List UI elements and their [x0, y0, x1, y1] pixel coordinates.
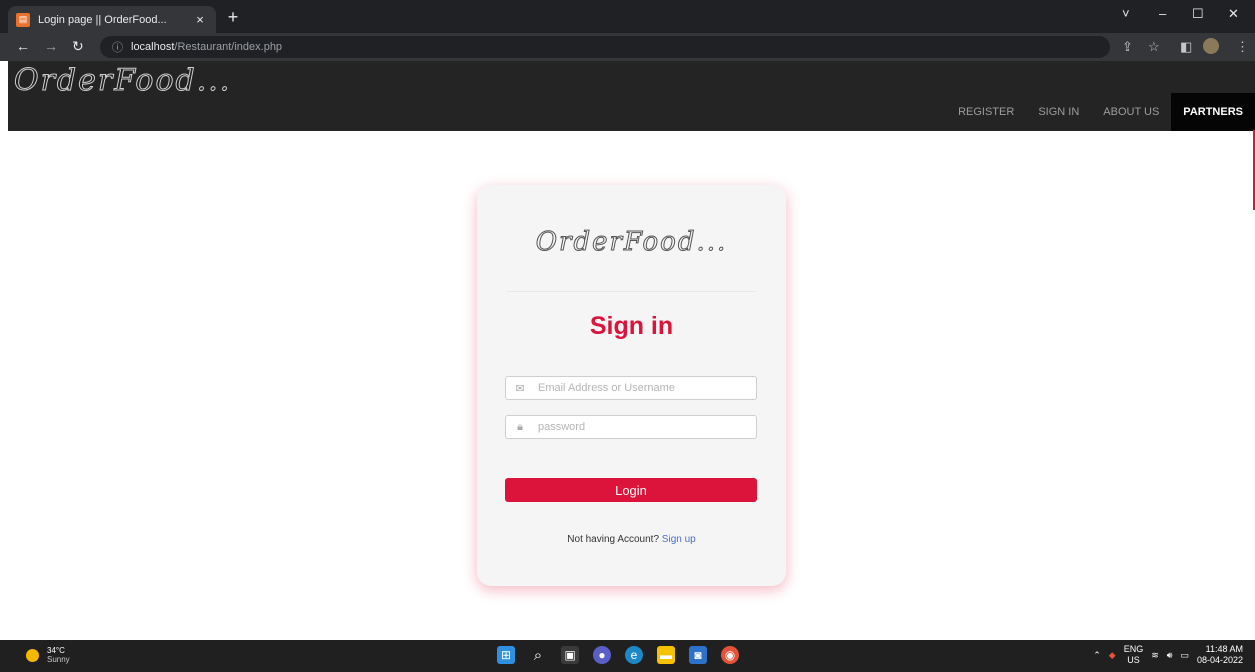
reload-icon[interactable]: ↻	[72, 38, 84, 55]
signup-line: Not having Account? Sign up	[477, 534, 786, 545]
os-taskbar: 34°C Sunny ⊞ ⌕ ▣ ● e ▬ ◙ ◉ ⌃ ◆ ENG US ≋ …	[0, 640, 1255, 672]
site-logo[interactable]: OrderFood...	[13, 63, 231, 99]
system-tray: ⌃ ◆ ENG US ≋ 🔊︎ ▭ 11:48 AM 08-04-2022	[1093, 644, 1243, 666]
main-nav: REGISTER SIGN IN ABOUT US PARTNERS	[946, 93, 1255, 131]
site-info-icon[interactable]: ⓘ	[112, 39, 123, 55]
chrome-icon[interactable]: ◉	[721, 646, 739, 664]
tab-search-icon[interactable]: ˅	[1122, 6, 1130, 21]
clock-time: 11:48 AM	[1205, 644, 1243, 654]
maximize-icon[interactable]: ☐	[1192, 6, 1204, 22]
signup-prompt: Not having Account?	[567, 534, 660, 545]
lang-bottom: US	[1127, 655, 1140, 665]
login-button[interactable]: Login	[505, 478, 757, 502]
profile-avatar-icon[interactable]	[1203, 38, 1219, 54]
clock[interactable]: 11:48 AM 08-04-2022	[1197, 644, 1243, 666]
taskbar-apps: ⊞ ⌕ ▣ ● e ▬ ◙ ◉	[497, 646, 739, 664]
windows-start-icon[interactable]: ⊞	[497, 646, 515, 664]
page-title: Sign in	[589, 312, 674, 340]
search-icon[interactable]: ⌕	[529, 646, 547, 664]
file-explorer-icon[interactable]: ▬	[657, 646, 675, 664]
browser-toolbar: ← → ↻ ⓘ localhost/Restaurant/index.php ⇪…	[0, 33, 1255, 61]
url-host: localhost	[131, 41, 175, 53]
password-input[interactable]	[534, 421, 744, 433]
wifi-icon[interactable]: ≋	[1151, 650, 1159, 661]
weather-temp: 34°C	[47, 646, 65, 655]
lang-top: ENG	[1123, 644, 1144, 654]
sun-icon	[26, 648, 39, 662]
browser-tab[interactable]: ▤ Login page || OrderFood... ×	[8, 6, 216, 33]
browser-tab-strip: ▤ Login page || OrderFood... × + ˅ – ☐ ✕	[0, 0, 1255, 33]
clock-date: 08-04-2022	[1196, 655, 1243, 665]
share-icon[interactable]: ⇪	[1122, 39, 1133, 55]
weather-condition: Sunny	[47, 655, 70, 664]
back-icon[interactable]: ←	[16, 38, 30, 54]
bookmark-star-icon[interactable]: ☆	[1148, 39, 1160, 55]
volume-icon[interactable]: 🔊︎	[1167, 650, 1173, 661]
nav-register[interactable]: REGISTER	[946, 93, 1026, 131]
store-icon[interactable]: ◙	[689, 646, 707, 664]
site-header: OrderFood... REGISTER SIGN IN ABOUT US P…	[8, 61, 1255, 131]
weather-widget[interactable]: 34°C Sunny	[26, 646, 70, 664]
forward-icon[interactable]: →	[44, 38, 58, 54]
divider	[507, 291, 756, 292]
side-panel-icon[interactable]: ◧	[1180, 39, 1192, 55]
password-field[interactable]: 🔒︎	[505, 415, 757, 439]
tab-title: Login page || OrderFood...	[38, 13, 167, 26]
close-window-icon[interactable]: ✕	[1228, 6, 1239, 22]
chevron-up-icon[interactable]: ⌃	[1093, 650, 1101, 661]
tab-close-icon[interactable]: ×	[192, 12, 208, 27]
url-path: /Restaurant/index.php	[174, 41, 283, 53]
minimize-icon[interactable]: –	[1159, 6, 1166, 21]
nav-about-us[interactable]: ABOUT US	[1091, 93, 1171, 131]
nav-sign-in[interactable]: SIGN IN	[1026, 93, 1091, 131]
envelope-icon: ✉	[515, 382, 525, 395]
site-favicon-icon: ▤	[16, 12, 30, 27]
lock-icon: 🔒︎	[517, 420, 523, 433]
new-tab-button[interactable]: +	[222, 7, 244, 28]
edge-browser-icon[interactable]: e	[625, 646, 643, 664]
teams-chat-icon[interactable]: ●	[593, 646, 611, 664]
email-input[interactable]	[534, 382, 744, 394]
task-view-icon[interactable]: ▣	[561, 646, 579, 664]
tray-app-icon[interactable]: ◆	[1109, 650, 1116, 661]
email-field[interactable]: ✉	[505, 376, 757, 400]
nav-partners[interactable]: PARTNERS	[1171, 93, 1255, 131]
signup-link[interactable]: Sign up	[662, 534, 696, 545]
menu-kebab-icon[interactable]: ⋮	[1236, 39, 1249, 55]
card-logo: OrderFood...	[535, 227, 728, 258]
address-bar[interactable]: ⓘ localhost/Restaurant/index.php	[100, 36, 1110, 58]
language-indicator[interactable]: ENG US	[1124, 644, 1144, 666]
login-card: OrderFood... Sign in ✉ 🔒︎ Login Not havi…	[477, 185, 786, 586]
battery-icon[interactable]: ▭	[1180, 650, 1189, 661]
